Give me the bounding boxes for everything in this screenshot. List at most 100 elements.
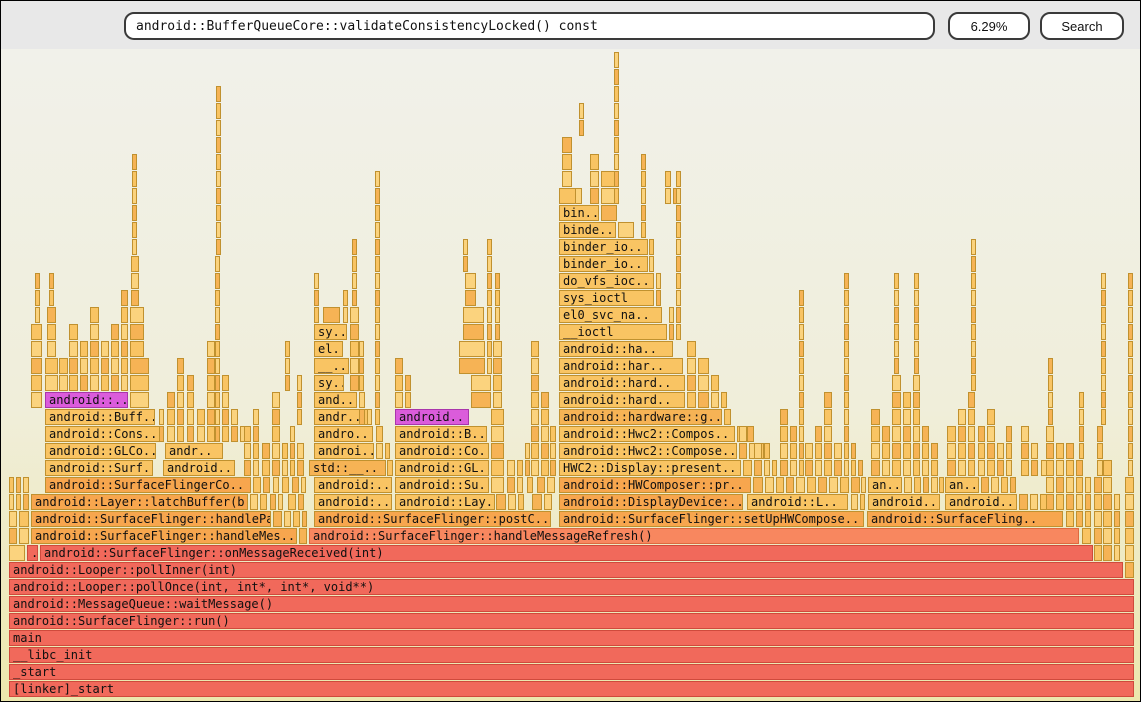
flame-frame-small[interactable]: [892, 426, 901, 442]
flame-frame-small[interactable]: [1125, 477, 1134, 493]
flame-frame-small[interactable]: [892, 443, 901, 459]
flame-frame-small[interactable]: [282, 477, 289, 493]
flame-frame-small[interactable]: [493, 375, 502, 391]
flame-frame-small[interactable]: [1076, 477, 1083, 493]
flame-frame-small[interactable]: [111, 341, 119, 357]
flame-frame-small[interactable]: [541, 443, 549, 459]
flame-frame-small[interactable]: [614, 188, 619, 204]
flame-frame-small[interactable]: [913, 460, 920, 476]
flame-frame-small[interactable]: [495, 273, 500, 289]
flame-frame-small[interactable]: [851, 477, 860, 493]
flame-frame[interactable]: android::Surf..: [45, 460, 153, 476]
flame-frame-small[interactable]: [352, 239, 357, 255]
flame-frame-small[interactable]: [1094, 528, 1102, 544]
flame-frame-small[interactable]: [987, 443, 995, 459]
flame-frame-small[interactable]: [834, 443, 842, 459]
flame-frame-small[interactable]: [1101, 392, 1106, 408]
flame-frame[interactable]: android::SurfaceFlinger::handleMes..: [31, 528, 297, 544]
flame-frame-small[interactable]: [614, 86, 619, 102]
flame-frame-small[interactable]: [375, 205, 380, 221]
flame-frame-small[interactable]: [262, 460, 270, 476]
flame-frame-small[interactable]: [285, 375, 290, 391]
flame-frame-small[interactable]: [958, 426, 966, 442]
flame-frame-small[interactable]: [968, 426, 975, 442]
flame-frame-small[interactable]: [903, 426, 911, 442]
flame-frame-small[interactable]: [711, 392, 719, 408]
flame-frame-small[interactable]: [1001, 477, 1008, 493]
flame-frame-small[interactable]: [35, 273, 40, 289]
flame-frame-small[interactable]: [1021, 426, 1029, 442]
flame-frame-small[interactable]: [285, 341, 290, 357]
flame-frame-small[interactable]: [1101, 341, 1106, 357]
flame-frame-small[interactable]: [913, 409, 920, 425]
flame-frame-small[interactable]: [59, 375, 68, 391]
flame-frame-small[interactable]: [216, 239, 221, 255]
flame-frame[interactable]: android::SurfaceFlinger::setUpHWCompose.…: [559, 511, 864, 527]
flame-frame[interactable]: __ioctl: [559, 324, 667, 340]
flame-frame-small[interactable]: [222, 409, 229, 425]
flame-frame-small[interactable]: [844, 426, 849, 442]
flame-frame-small[interactable]: [968, 460, 975, 476]
flame-frame-small[interactable]: [216, 86, 221, 102]
flame-frame-small[interactable]: [711, 375, 719, 391]
flame-frame-small[interactable]: [531, 392, 539, 408]
flame-frame[interactable]: android:..: [314, 494, 392, 510]
flame-frame-small[interactable]: [531, 409, 539, 425]
flame-frame-small[interactable]: [931, 460, 938, 476]
flame-frame-small[interactable]: [375, 290, 380, 306]
flame-frame-small[interactable]: [1125, 528, 1134, 544]
flame-frame-small[interactable]: [1046, 443, 1054, 459]
flame-frame-small[interactable]: [997, 443, 1004, 459]
flame-frame-small[interactable]: [177, 358, 184, 374]
flame-frame-small[interactable]: [215, 358, 220, 374]
flame-frame-small[interactable]: [1019, 494, 1028, 510]
flame-frame-small[interactable]: [197, 409, 205, 425]
flame-frame-small[interactable]: [517, 477, 523, 493]
flame-frame-small[interactable]: [375, 375, 380, 391]
flame-frame-small[interactable]: [375, 273, 380, 289]
flame-frame-small[interactable]: [1128, 460, 1133, 476]
flame-frame-small[interactable]: [641, 188, 646, 204]
flame-frame-small[interactable]: [641, 205, 646, 221]
flame-frame-small[interactable]: [1128, 358, 1133, 374]
flame-frame-small[interactable]: [215, 392, 220, 408]
flame-frame-small[interactable]: [1082, 528, 1091, 544]
flame-frame-small[interactable]: [288, 494, 296, 510]
flame-frame-small[interactable]: [375, 409, 380, 425]
flame-frame-small[interactable]: [130, 324, 144, 340]
flame-frame-small[interactable]: [216, 137, 221, 153]
flame-frame[interactable]: main: [9, 630, 1134, 646]
flame-frame-small[interactable]: [1128, 392, 1133, 408]
flame-frame[interactable]: el0_svc_na..: [559, 307, 662, 323]
flame-frame-small[interactable]: [207, 392, 215, 408]
flame-frame-small[interactable]: [1114, 545, 1120, 561]
flame-frame-small[interactable]: [31, 392, 42, 408]
flame-frame-small[interactable]: [487, 273, 492, 289]
flame-frame-small[interactable]: [894, 307, 899, 323]
flame-frame-small[interactable]: [1097, 443, 1103, 459]
flame-frame-small[interactable]: [931, 477, 938, 493]
flame-frame-small[interactable]: [19, 528, 29, 544]
flame-frame-small[interactable]: [101, 358, 109, 374]
flame-frame-small[interactable]: [352, 273, 357, 289]
flame-frame-small[interactable]: [531, 460, 539, 476]
flame-frame-small[interactable]: [922, 443, 929, 459]
flame-frame-small[interactable]: [273, 477, 279, 493]
flame-frame-small[interactable]: [1103, 477, 1112, 493]
flame-frame-small[interactable]: [780, 426, 788, 442]
flame-frame-small[interactable]: [914, 290, 919, 306]
flame-frame-small[interactable]: [1125, 494, 1134, 510]
flame-frame[interactable]: android::..: [45, 392, 128, 408]
flame-frame-small[interactable]: [80, 341, 88, 357]
flame-frame-small[interactable]: [913, 392, 920, 408]
flame-frame-small[interactable]: [1094, 477, 1102, 493]
flame-frame[interactable]: android::GL..: [395, 460, 489, 476]
flame-frame-small[interactable]: [80, 375, 88, 391]
flame-frame-small[interactable]: [1006, 426, 1012, 442]
flame-frame-small[interactable]: [132, 171, 137, 187]
flame-frame-small[interactable]: [799, 375, 804, 391]
flame-frame[interactable]: android::Buff..: [45, 409, 155, 425]
flame-frame-small[interactable]: [824, 443, 832, 459]
flame-frame-small[interactable]: [799, 426, 804, 442]
flame-frame-small[interactable]: [904, 477, 912, 493]
